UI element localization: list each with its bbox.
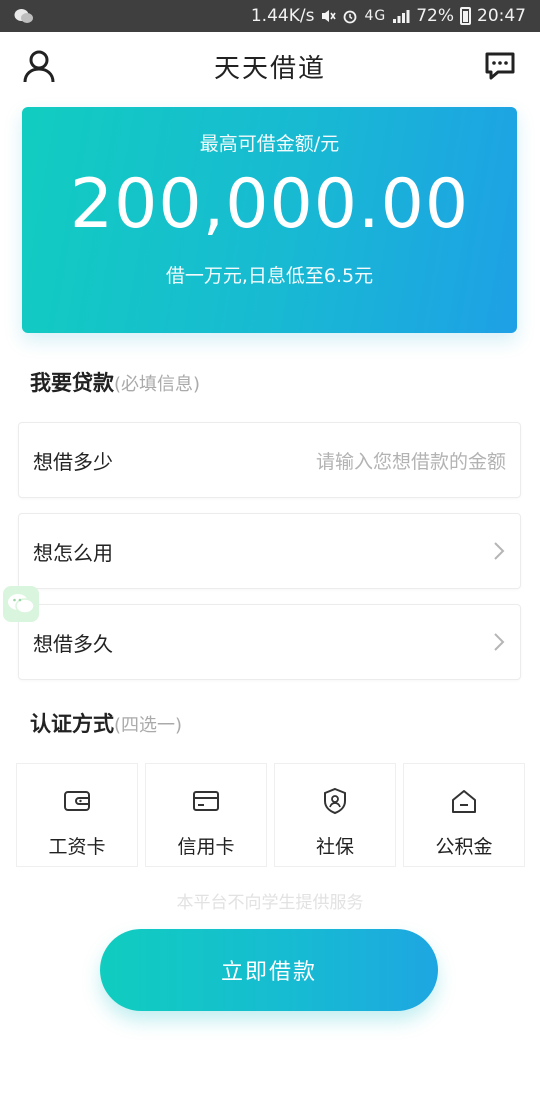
wechat-notification-icon bbox=[14, 9, 33, 23]
network-speed: 1.44K/s bbox=[250, 6, 315, 26]
shield-user-icon bbox=[324, 787, 346, 815]
auth-card-label: 工资卡 bbox=[48, 836, 106, 858]
mute-icon bbox=[322, 10, 337, 22]
page-title: 天天借道 bbox=[213, 53, 326, 84]
loan-term-label: 想借多久 bbox=[33, 631, 113, 656]
loan-purpose-row[interactable]: 想怎么用 bbox=[18, 513, 521, 589]
auth-card-label: 公积金 bbox=[435, 836, 493, 858]
status-bar: 1.44K/s 4G 72% 20:47 bbox=[0, 0, 540, 32]
battery-percent: 72% bbox=[416, 6, 454, 26]
chevron-right-icon bbox=[494, 633, 505, 651]
student-notice: 本平台不向学生提供服务 bbox=[176, 893, 364, 913]
app-header: 天天借道 bbox=[0, 32, 540, 100]
loan-purpose-label: 想怎么用 bbox=[33, 540, 113, 565]
banner-subtitle: 借一万元,日息低至6.5元 bbox=[165, 265, 374, 287]
auth-section-heading: 认证方式 bbox=[30, 712, 114, 736]
alarm-icon bbox=[344, 10, 357, 24]
auth-section-title: 认证方式(四选一) bbox=[30, 708, 182, 738]
chevron-right-icon bbox=[494, 542, 505, 560]
credit-card-icon bbox=[193, 791, 219, 811]
wechat-icon bbox=[8, 594, 35, 614]
battery-icon bbox=[460, 7, 471, 25]
auth-card-label: 信用卡 bbox=[177, 836, 235, 858]
status-bar-left bbox=[14, 8, 34, 24]
signal-icon bbox=[393, 10, 410, 23]
loan-amount-label: 想借多少 bbox=[33, 449, 113, 474]
loan-limit-banner: 最高可借金额/元 200,000.00 借一万元,日息低至6.5元 bbox=[22, 107, 517, 333]
message-icon[interactable] bbox=[484, 50, 516, 82]
auth-method-list: 工资卡 信用卡 社保 公积金 bbox=[16, 763, 525, 867]
house-icon bbox=[452, 790, 476, 813]
banner-label: 最高可借金额/元 bbox=[199, 133, 340, 155]
network-type: 4G bbox=[364, 8, 387, 24]
clock: 20:47 bbox=[477, 6, 526, 26]
auth-card-credit[interactable]: 信用卡 bbox=[145, 763, 267, 867]
loan-section-title: 我要贷款(必填信息) bbox=[30, 367, 200, 397]
auth-card-label: 社保 bbox=[315, 836, 354, 858]
status-bar-right: 1.44K/s 4G 72% 20:47 bbox=[251, 6, 526, 26]
auth-card-housing-fund[interactable]: 公积金 bbox=[403, 763, 525, 867]
apply-loan-button[interactable]: 立即借款 bbox=[100, 929, 438, 1011]
wallet-icon bbox=[64, 791, 90, 811]
loan-section-heading: 我要贷款 bbox=[30, 371, 114, 395]
auth-section-hint: (四选一) bbox=[114, 715, 183, 736]
auth-card-salary[interactable]: 工资卡 bbox=[16, 763, 138, 867]
auth-card-social-security[interactable]: 社保 bbox=[274, 763, 396, 867]
loan-section-hint: (必填信息) bbox=[114, 374, 201, 395]
loan-amount-row[interactable]: 想借多少 请输入您想借款的金额 bbox=[18, 422, 521, 498]
user-profile-icon[interactable] bbox=[22, 49, 56, 83]
floating-wechat-button[interactable] bbox=[3, 586, 39, 622]
loan-amount-input[interactable]: 请输入您想借款的金额 bbox=[316, 447, 506, 474]
max-loan-amount: 200,000.00 bbox=[69, 165, 470, 244]
loan-term-row[interactable]: 想借多久 bbox=[18, 604, 521, 680]
